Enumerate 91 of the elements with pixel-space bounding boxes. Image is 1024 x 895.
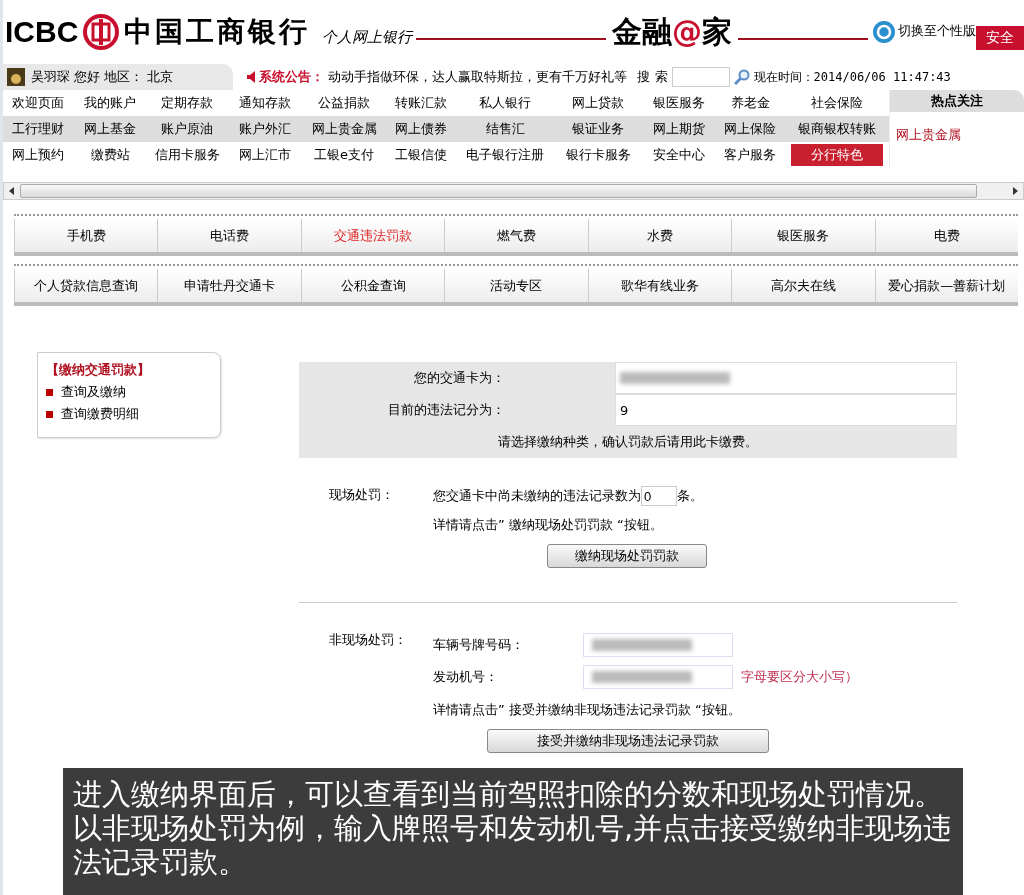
site-subtitle: 个人网上银行 [322, 27, 413, 47]
notice-label: 系统公告： [259, 68, 325, 86]
nav-menu-item[interactable]: 定期存款 [147, 94, 227, 112]
nav-menu-item[interactable]: 社会保险 [785, 94, 889, 112]
fee-tab[interactable]: 银医服务 [731, 219, 875, 252]
nav-menu-item[interactable]: 私人银行 [457, 94, 553, 112]
nav-menu-item[interactable]: 客户服务 [715, 146, 785, 164]
nav-menu-item[interactable]: 信用卡服务 [147, 146, 227, 164]
fee-tab[interactable]: 个人贷款信息查询 [14, 269, 158, 302]
nav-menu-item[interactable]: 结售汇 [457, 120, 553, 138]
fee-tab[interactable]: 高尔夫在线 [731, 269, 875, 302]
fee-tab[interactable]: 交通违法罚款 [300, 219, 445, 252]
nav-menu-item[interactable]: 公益捐款 [303, 94, 385, 112]
card-note: 请选择缴纳种类，确认罚款后请用此卡缴费。 [497, 433, 759, 451]
nav-menu-item[interactable]: 通知存款 [227, 94, 303, 112]
nav-menu-item[interactable]: 网上保险 [715, 120, 785, 138]
fee-tab[interactable]: 申请牡丹交通卡 [157, 269, 301, 302]
switch-version-link[interactable]: 切换至个性版 [898, 22, 976, 40]
nav-menu-item[interactable]: 账户原油 [147, 120, 227, 138]
notice-text: 动动手指做环保，达人赢取特斯拉，更有千万好礼等 [328, 68, 628, 86]
nav-menu-item[interactable]: 网上预约 [3, 146, 73, 164]
side-menu-title: 【缴纳交通罚款】 [46, 361, 151, 379]
fee-tab[interactable]: 燃气费 [444, 219, 588, 252]
bank-name: 中国工商银行 [124, 14, 311, 50]
input-field[interactable] [583, 665, 733, 689]
nav-menu-item[interactable]: 转账汇款 [385, 94, 457, 112]
bullet-icon [46, 388, 53, 396]
nav-menu-item[interactable]: 我的账户 [73, 94, 147, 112]
fee-tab[interactable]: 歌华有线业务 [587, 269, 732, 302]
fee-tab[interactable]: 爱心捐款—善薪计划 [874, 269, 1018, 302]
pay-offsite-fine-button[interactable]: 接受并缴纳非现场违法记录罚款 [487, 729, 769, 753]
nav-menu-item[interactable]: 工行理财 [3, 120, 73, 138]
nav-menu-item[interactable]: 欢迎页面 [3, 94, 73, 112]
pay-onsite-fine-button[interactable]: 缴纳现场处罚罚款 [547, 544, 707, 568]
nav-menu-item[interactable]: 银医服务 [643, 94, 715, 112]
fee-tab[interactable]: 手机费 [14, 219, 158, 252]
case-sensitive-note: 字母要区分大小写） [741, 668, 858, 686]
field-label: 发动机号： [433, 668, 499, 686]
search-icon[interactable] [733, 69, 750, 85]
section-label: 非现场处罚： [328, 631, 408, 649]
hot-topics-header: 热点关注 [890, 90, 1024, 112]
nav-menu-item[interactable]: 账户外汇 [227, 120, 303, 138]
user-greeting: 吴羽琛 您好 地区： 北京 [31, 68, 174, 86]
user-avatar-icon [7, 68, 25, 86]
nav-menu-item[interactable]: 网上期货 [643, 120, 715, 138]
record-count-text: 您交通卡中尚未缴纳的违法记录数为 [433, 487, 641, 505]
fee-tab[interactable]: 公积金查询 [300, 269, 445, 302]
nav-menu-item[interactable]: 电子银行注册 [457, 146, 553, 164]
nav-menu-item[interactable]: 安全中心 [643, 146, 715, 164]
input-field[interactable] [583, 633, 733, 657]
field-label: 车辆号牌号码： [433, 636, 525, 654]
current-time: 现在时间：2014/06/06 11:47:43 [753, 68, 951, 86]
nav-menu-item[interactable]: 网上贵金属 [303, 120, 385, 138]
nav-menu-item[interactable]: 养老金 [715, 94, 785, 112]
score-value: 9 [620, 402, 629, 418]
nav-menu-item[interactable]: 网上汇市 [227, 146, 303, 164]
bank-emblem-icon [82, 13, 121, 51]
speaker-icon [247, 71, 256, 83]
field-label: 目前的违法记分为： [387, 401, 506, 419]
nav-menu-item[interactable]: 银证业务 [553, 120, 643, 138]
nav-menu-item[interactable]: 工银e支付 [303, 146, 385, 164]
nav-menu-item[interactable]: 缴费站 [73, 146, 147, 164]
search-field[interactable] [671, 67, 730, 87]
side-menu-link[interactable]: 查询及缴纳 [61, 383, 126, 401]
nav-menu-item[interactable]: 网上债券 [385, 120, 457, 138]
fee-tab[interactable]: 电话费 [157, 219, 301, 252]
bank-logo-text: ICBC [5, 15, 79, 49]
hot-topic-link[interactable]: 网上贵金属 [890, 126, 1024, 144]
fee-tab[interactable]: 水费 [587, 219, 732, 252]
bullet-icon [46, 410, 53, 418]
nav-menu-item[interactable]: 网上贷款 [553, 94, 643, 112]
hint-text: 详情请点击” 接受并缴纳非现场违法记录罚款 “按钮。 [433, 701, 742, 719]
nav-menu-item[interactable]: 工银信使 [385, 146, 457, 164]
nav-menu-item[interactable]: 银商银权转账 [785, 120, 889, 138]
nav-menu-item[interactable]: 银行卡服务 [553, 146, 643, 164]
nav-menu-item[interactable]: 分行特色 [791, 144, 883, 166]
record-count-field[interactable]: 0 [641, 486, 677, 506]
section-label: 现场处罚： [328, 486, 395, 504]
side-menu-link[interactable]: 查询缴费明细 [61, 405, 139, 423]
hint-text: 详情请点击” 缴纳现场处罚罚款 “按钮。 [433, 516, 664, 534]
slogan: 金融@家 [612, 12, 732, 51]
fee-tab[interactable]: 活动专区 [444, 269, 588, 302]
refresh-globe-icon [872, 20, 896, 44]
nav-menu-item[interactable]: 网上基金 [73, 120, 147, 138]
fee-tab[interactable]: 电费 [874, 219, 1018, 252]
unit-text: 条。 [677, 487, 703, 505]
field-label: 您的交通卡为： [413, 369, 506, 387]
logout-button[interactable]: 安全 [976, 26, 1024, 50]
horizontal-scrollbar[interactable] [3, 182, 1024, 200]
search-label: 搜 索 [637, 68, 668, 86]
caption-overlay: 进入缴纳界面后，可以查看到当前驾照扣除的分数和现场处罚情况。以非现场处罚为例，输入牌照号和发动机号,并点击接受缴纳非现场违法记录罚款。 [63, 768, 963, 895]
